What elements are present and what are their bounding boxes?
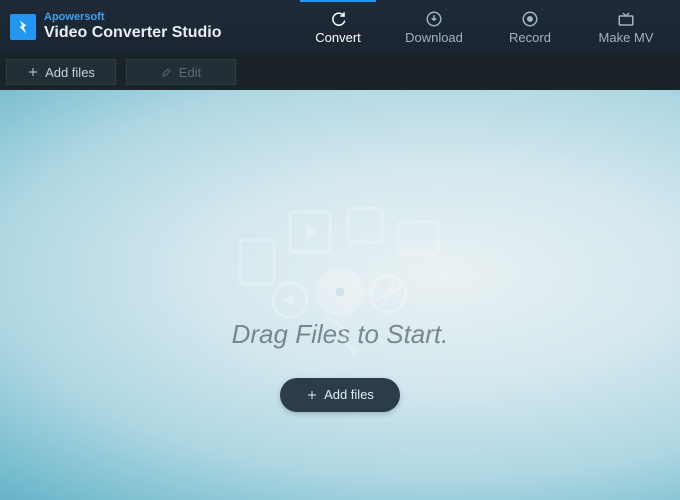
main-nav: Convert Download Record Make MV [290, 0, 674, 54]
media-watermark-icon [230, 200, 450, 370]
add-files-cta-label: Add files [324, 387, 374, 402]
product-title: Video Converter Studio [44, 23, 222, 42]
logo-icon [10, 14, 36, 40]
plus-icon [306, 389, 318, 401]
toolbar: Add files Edit [0, 54, 680, 90]
stage[interactable]: Drag Files to Start. Add files [0, 90, 680, 500]
download-icon [425, 10, 443, 28]
tv-icon [617, 10, 635, 28]
logo-block: Apowersoft Video Converter Studio [0, 0, 222, 54]
record-icon [521, 10, 539, 28]
add-files-label: Add files [45, 65, 95, 80]
header: Apowersoft Video Converter Studio Conver… [0, 0, 680, 54]
tab-makemv-label: Make MV [599, 30, 654, 45]
brand-name: Apowersoft [44, 12, 222, 23]
tab-make-mv[interactable]: Make MV [578, 0, 674, 54]
convert-icon [329, 10, 347, 28]
tab-convert-label: Convert [315, 30, 361, 45]
plus-icon [27, 66, 39, 78]
tab-record-label: Record [509, 30, 551, 45]
tab-download-label: Download [405, 30, 463, 45]
tab-record[interactable]: Record [482, 0, 578, 54]
add-files-cta[interactable]: Add files [280, 378, 400, 412]
edit-label: Edit [179, 65, 201, 80]
edit-button: Edit [126, 59, 236, 85]
tab-download[interactable]: Download [386, 0, 482, 54]
edit-icon [161, 66, 173, 78]
tab-convert[interactable]: Convert [290, 0, 386, 54]
add-files-button[interactable]: Add files [6, 59, 116, 85]
